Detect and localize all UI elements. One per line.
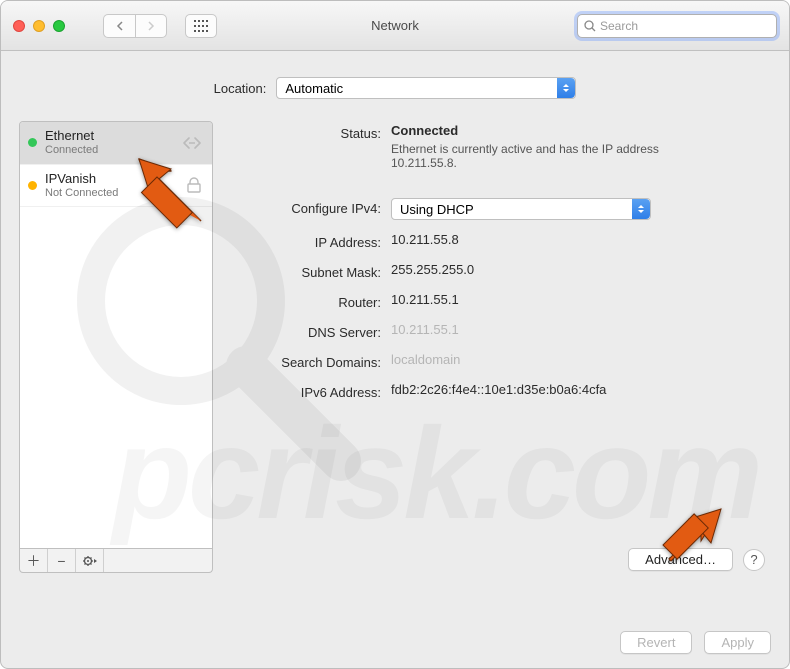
network-preferences-window: Network Location: Automatic Ethernet bbox=[0, 0, 790, 669]
details-pane: Status: Connected Ethernet is currently … bbox=[229, 121, 771, 573]
location-value: Automatic bbox=[285, 81, 343, 96]
status-subtext: Ethernet is currently active and has the… bbox=[391, 142, 711, 170]
configure-ipv4-popup[interactable]: Using DHCP bbox=[391, 198, 651, 220]
forward-button[interactable] bbox=[135, 14, 167, 38]
help-button[interactable]: ? bbox=[743, 549, 765, 571]
status-dot-connected-icon bbox=[28, 138, 37, 147]
configure-value: Using DHCP bbox=[400, 202, 474, 217]
mask-row: Subnet Mask: 255.255.255.0 bbox=[235, 262, 765, 280]
revert-button[interactable]: Revert bbox=[620, 631, 692, 654]
ipv6-row: IPv6 Address: fdb2:2c26:f4e4::10e1:d35e:… bbox=[235, 382, 765, 400]
remove-service-button[interactable]: − bbox=[48, 549, 76, 572]
mask-value: 255.255.255.0 bbox=[391, 262, 474, 277]
window-controls bbox=[13, 20, 65, 32]
chevron-left-icon bbox=[116, 21, 124, 31]
bottom-bar: Revert Apply bbox=[620, 631, 771, 654]
service-list[interactable]: Ethernet Connected IPVanish Not Connecte… bbox=[19, 121, 213, 549]
configure-row: Configure IPv4: Using DHCP bbox=[235, 198, 765, 220]
body: Location: Automatic Ethernet Connected bbox=[1, 51, 789, 587]
minimize-window-button[interactable] bbox=[33, 20, 45, 32]
dns-label: DNS Server: bbox=[235, 322, 381, 340]
location-row: Location: Automatic bbox=[19, 77, 771, 99]
search-domains-value: localdomain bbox=[391, 352, 460, 367]
service-list-footer: ＋ − bbox=[19, 549, 213, 573]
chevron-right-icon bbox=[147, 21, 155, 31]
router-value: 10.211.55.1 bbox=[391, 292, 459, 307]
service-actions-button[interactable] bbox=[76, 549, 104, 572]
nav-buttons bbox=[103, 14, 167, 38]
status-label: Status: bbox=[235, 123, 381, 141]
service-name: Ethernet bbox=[45, 129, 98, 144]
minus-icon: − bbox=[57, 553, 65, 569]
search-input[interactable] bbox=[600, 19, 770, 33]
dns-value: 10.211.55.1 bbox=[391, 322, 459, 337]
titlebar: Network bbox=[1, 1, 789, 51]
service-name: IPVanish bbox=[45, 172, 118, 187]
service-item-ethernet[interactable]: Ethernet Connected bbox=[20, 122, 212, 165]
ip-label: IP Address: bbox=[235, 232, 381, 250]
apply-button[interactable]: Apply bbox=[704, 631, 771, 654]
location-popup[interactable]: Automatic bbox=[276, 77, 576, 99]
zoom-window-button[interactable] bbox=[53, 20, 65, 32]
close-window-button[interactable] bbox=[13, 20, 25, 32]
columns: Ethernet Connected IPVanish Not Connecte… bbox=[19, 121, 771, 573]
search-domains-row: Search Domains: localdomain bbox=[235, 352, 765, 370]
service-status: Connected bbox=[45, 144, 98, 157]
location-label: Location: bbox=[214, 81, 267, 96]
service-item-ipvanish[interactable]: IPVanish Not Connected bbox=[20, 165, 212, 208]
advanced-row: Advanced… ? bbox=[628, 548, 765, 571]
search-domains-label: Search Domains: bbox=[235, 352, 381, 370]
grid-icon bbox=[194, 20, 208, 32]
service-status: Not Connected bbox=[45, 187, 118, 200]
ip-row: IP Address: 10.211.55.8 bbox=[235, 232, 765, 250]
service-sidebar: Ethernet Connected IPVanish Not Connecte… bbox=[19, 121, 213, 573]
ipv6-label: IPv6 Address: bbox=[235, 382, 381, 400]
status-dot-idle-icon bbox=[28, 181, 37, 190]
popup-arrows-icon bbox=[632, 199, 650, 219]
add-service-button[interactable]: ＋ bbox=[20, 549, 48, 572]
ip-value: 10.211.55.8 bbox=[391, 232, 459, 247]
back-button[interactable] bbox=[103, 14, 135, 38]
popup-arrows-icon bbox=[557, 78, 575, 98]
mask-label: Subnet Mask: bbox=[235, 262, 381, 280]
search-icon bbox=[584, 20, 596, 32]
router-row: Router: 10.211.55.1 bbox=[235, 292, 765, 310]
ipv6-value: fdb2:2c26:f4e4::10e1:d35e:b0a6:4cfa bbox=[391, 382, 606, 397]
plus-icon: ＋ bbox=[27, 551, 41, 571]
status-value: Connected bbox=[391, 123, 711, 138]
router-label: Router: bbox=[235, 292, 381, 310]
search-field-wrap[interactable] bbox=[577, 14, 777, 38]
advanced-button[interactable]: Advanced… bbox=[628, 548, 733, 571]
configure-label: Configure IPv4: bbox=[235, 198, 381, 216]
show-all-button[interactable] bbox=[185, 14, 217, 38]
status-row: Status: Connected Ethernet is currently … bbox=[235, 123, 765, 170]
ethernet-icon bbox=[180, 134, 204, 152]
dns-row: DNS Server: 10.211.55.1 bbox=[235, 322, 765, 340]
gear-icon bbox=[82, 554, 98, 568]
service-text: Ethernet Connected bbox=[45, 129, 98, 157]
service-text: IPVanish Not Connected bbox=[45, 172, 118, 200]
vpn-lock-icon bbox=[184, 176, 204, 194]
